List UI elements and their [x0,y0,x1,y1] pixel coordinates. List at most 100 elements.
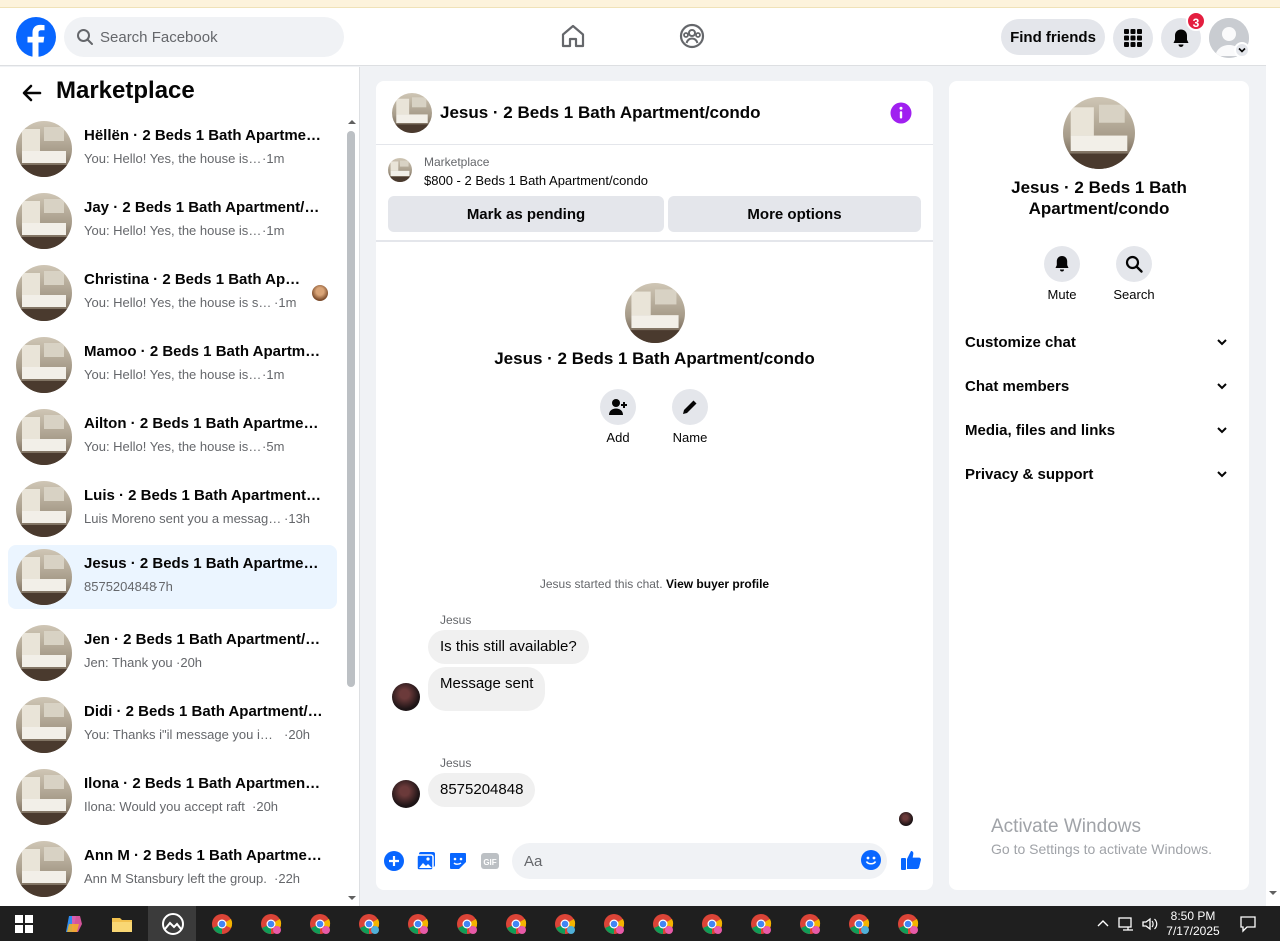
taskbar-chrome[interactable] [639,906,687,941]
chat-title[interactable]: Jesus · 2 Beds 1 Bath Apartment/condo [440,103,761,123]
scroll-up-icon[interactable] [346,117,358,127]
sidebar-scroll-thumb[interactable] [347,131,355,687]
taskbar-chrome[interactable] [345,906,393,941]
message-composer: GIF [376,840,933,890]
svg-text:GIF: GIF [483,858,496,867]
windows-logo-icon [15,915,33,933]
start-button[interactable] [0,906,48,941]
network-icon[interactable] [1118,916,1136,932]
taskbar-chrome[interactable] [884,906,932,941]
mark-as-pending-button[interactable]: Mark as pending [388,196,664,232]
scroll-down-icon[interactable] [346,893,358,903]
listing-banner: Marketplace $800 - 2 Beds 1 Bath Apartme… [376,146,933,242]
taskbar-chrome[interactable] [737,906,785,941]
sidebar-scrollbar[interactable] [344,115,356,906]
section-privacy-support[interactable]: Privacy & support [965,457,1233,493]
chevron-down-icon [1238,47,1246,53]
conversation-snippet: Ilona: Would you accept raft [84,799,245,814]
conversation-name: Jen · 2 Beds 1 Bath Apartment/condo [84,631,324,648]
back-arrow-icon[interactable] [20,81,44,105]
chat-avatar[interactable] [392,93,432,133]
taskbar-chrome[interactable] [590,906,638,941]
add-people-button[interactable] [600,389,636,425]
taskbar-chrome[interactable] [394,906,442,941]
conversation-item[interactable]: Ilona · 2 Beds 1 Bath Apartment/condo Il… [8,765,337,829]
conversation-snippet: You: Hello! Yes, the house is still avai… [84,295,274,310]
taskbar-chrome[interactable] [786,906,834,941]
conversation-item[interactable]: Jen · 2 Beds 1 Bath Apartment/condo Jen:… [8,621,337,685]
taskbar-chrome[interactable] [443,906,491,941]
grid-menu-icon [1124,29,1142,47]
conversation-time: ·1m [262,367,285,382]
sticker-icon[interactable] [448,851,468,871]
conversation-item[interactable]: Jay · 2 Beds 1 Bath Apartment/condo You:… [8,189,337,253]
listing-label: Marketplace [424,155,490,169]
menu-button[interactable] [1113,18,1153,58]
conversation-name: Jesus · 2 Beds 1 Bath Apartment/condo [84,555,324,572]
edit-name-button[interactable] [672,389,708,425]
page-scrollbar[interactable] [1266,8,1280,906]
conversation-item-active[interactable]: Jesus · 2 Beds 1 Bath Apartment/condo 85… [8,545,337,609]
chat-panel: Jesus · 2 Beds 1 Bath Apartment/condo Ma… [376,81,933,890]
taskbar-copilot[interactable] [50,906,98,941]
message-bubble[interactable]: Is this still available? [428,630,589,664]
taskbar-chrome[interactable] [541,906,589,941]
conversation-item[interactable]: Hëllën · 2 Beds 1 Bath Apartment/condo Y… [8,117,337,181]
thumbs-up-icon[interactable] [900,849,922,871]
gif-icon[interactable]: GIF [480,851,500,871]
conversation-item[interactable]: Christina · 2 Beds 1 Bath Apartment/cond… [8,261,337,325]
scroll-down-icon[interactable] [1266,886,1280,900]
conversation-item[interactable]: Luis · 2 Beds 1 Bath Apartment/condo Lui… [8,477,337,541]
sidebar-title: Marketplace [56,77,195,104]
mute-button[interactable] [1044,246,1080,282]
taskbar-chrome[interactable] [296,906,344,941]
volume-icon[interactable] [1141,916,1159,932]
taskbar-chrome[interactable] [492,906,540,941]
section-customize-chat[interactable]: Customize chat [965,325,1233,361]
conversation-item[interactable]: Ann M · 2 Beds 1 Bath Apartment/condo An… [8,837,337,901]
tray-chevron-up-icon[interactable] [1096,917,1110,931]
taskbar-chrome[interactable] [688,906,736,941]
conversation-item[interactable]: Mamoo · 2 Beds 1 Bath Apartment/condo Yo… [8,333,337,397]
search-bar[interactable] [64,17,344,57]
chrome-icon [702,914,723,934]
message-bubble[interactable]: 8575204848 [428,773,536,807]
taskbar-chrome[interactable] [198,906,246,941]
conversation-item[interactable]: Didi · 2 Beds 1 Bath Apartment/condo You… [8,693,337,757]
view-buyer-profile-link[interactable]: View buyer profile [666,577,769,591]
notification-center-icon[interactable] [1239,915,1257,933]
conversation-snippet: You: Hello! Yes, the house is still avai… [84,151,262,166]
taskbar-chrome[interactable] [247,906,295,941]
conversation-item[interactable]: Ailton · 2 Beds 1 Bath Apartment/condo Y… [8,405,337,469]
section-chat-members[interactable]: Chat members [965,369,1233,405]
section-label: Customize chat [965,334,1076,351]
message-bubble[interactable]: Message sent [428,667,546,711]
conversation-name: Ann M · 2 Beds 1 Bath Apartment/condo [84,847,324,864]
listing-thumbnail [16,625,72,681]
listing-price[interactable]: $800 - 2 Beds 1 Bath Apartment/condo [424,173,648,188]
sender-avatar[interactable] [392,683,420,711]
emoji-icon[interactable] [861,850,881,870]
account-caret[interactable] [1234,42,1250,58]
more-options-button[interactable]: More options [668,196,921,232]
info-icon[interactable] [890,102,912,124]
listing-thumbnail[interactable] [388,158,412,182]
listing-thumbnail [16,265,72,321]
facebook-logo-icon[interactable] [16,17,56,57]
home-icon[interactable] [559,22,587,50]
search-input[interactable] [100,17,336,57]
listing-thumbnail [16,697,72,753]
plus-circle-icon[interactable] [384,851,404,871]
message-input[interactable] [512,843,887,879]
image-icon[interactable] [416,851,436,871]
search-conversation-button[interactable] [1116,246,1152,282]
section-media-files-links[interactable]: Media, files and links [965,413,1233,449]
sender-avatar[interactable] [392,780,420,808]
taskbar-clock[interactable]: 8:50 PM 7/17/2025 [1162,909,1224,939]
taskbar-file-explorer[interactable] [98,906,146,941]
find-friends-button[interactable]: Find friends [1001,19,1105,55]
listing-thumbnail [16,769,72,825]
groups-icon[interactable] [678,22,706,50]
taskbar-chrome[interactable] [835,906,883,941]
taskbar-app-active[interactable] [148,906,196,941]
